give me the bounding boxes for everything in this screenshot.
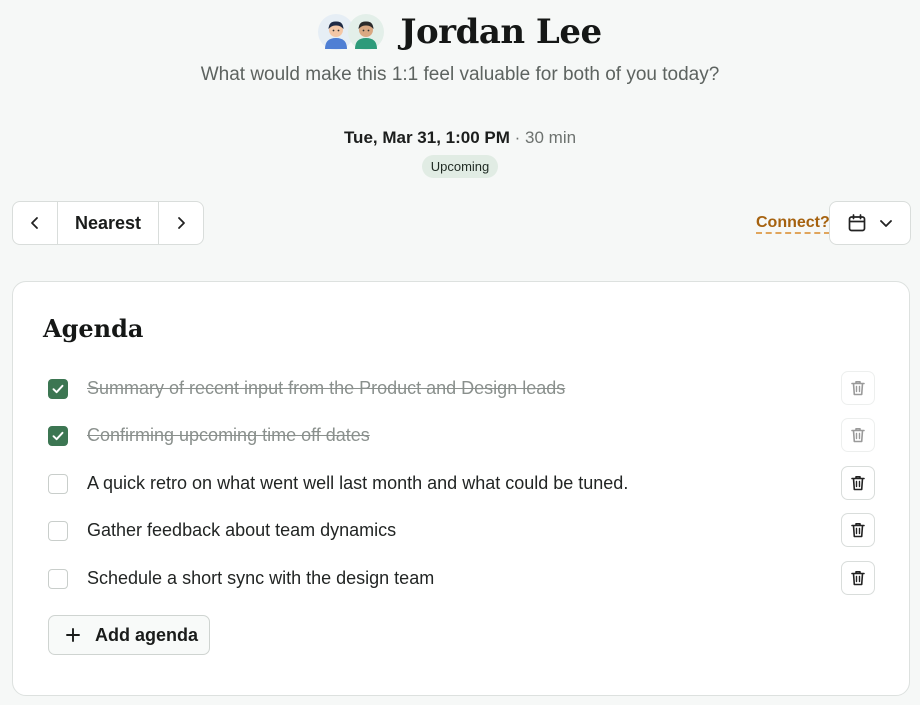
delete-button[interactable] [841, 418, 875, 452]
trash-icon [851, 571, 865, 586]
delete-button[interactable] [841, 466, 875, 500]
delete-button[interactable] [841, 371, 875, 405]
delete-button[interactable] [841, 561, 875, 595]
agenda-item: A quick retro on what went well last mon… [13, 464, 909, 504]
agenda-checkbox[interactable] [48, 521, 68, 541]
nearest-button[interactable]: Nearest [57, 202, 159, 244]
person-name: Jordan Lee [400, 12, 602, 52]
agenda-item-text: Confirming upcoming time off dates [87, 425, 370, 445]
title-row: Jordan Lee [0, 12, 920, 52]
agenda-checkbox[interactable] [48, 379, 68, 399]
agenda-item-text: Summary of recent input from the Product… [87, 378, 566, 398]
trash-icon [851, 476, 865, 491]
agenda-item: Schedule a short sync with the design te… [13, 559, 909, 599]
chevron-left-icon [31, 217, 38, 229]
status-badge-wrap: Upcoming [0, 155, 920, 178]
meeting-date: Tue, Mar 31, 1:00 PM [343, 128, 510, 147]
next-button[interactable] [159, 202, 203, 244]
agenda-item: Summary of recent input from the Product… [13, 369, 909, 409]
meeting-duration: · 30 min [514, 128, 577, 147]
avatar [348, 14, 385, 50]
page-subtitle: What would make this 1:1 feel valuable f… [200, 64, 720, 85]
participant-avatars [318, 14, 385, 50]
checkmark-icon [52, 384, 64, 394]
agenda-item-text: A quick retro on what went well last mon… [87, 473, 629, 493]
trash-icon [851, 523, 865, 538]
agenda-checkbox[interactable] [48, 426, 68, 446]
agenda-item: Confirming upcoming time off dates [13, 416, 909, 456]
agenda-item-text: Schedule a short sync with the design te… [87, 568, 435, 588]
calendar-icon [848, 214, 866, 232]
agenda-item-text: Gather feedback about team dynamics [87, 520, 397, 540]
meeting-navigator: Nearest [12, 201, 204, 245]
trash-icon [851, 381, 865, 396]
agenda-item: Gather feedback about team dynamics [13, 511, 909, 551]
agenda-checkbox[interactable] [48, 569, 68, 589]
checkmark-icon [52, 431, 64, 441]
previous-button[interactable] [13, 202, 57, 244]
connect-link[interactable]: Connect? [756, 214, 830, 234]
agenda-title: Agenda [43, 314, 144, 343]
chevron-down-icon [880, 220, 892, 227]
plus-icon [66, 628, 80, 642]
calendar-dropdown-button[interactable] [829, 201, 911, 245]
status-badge: Upcoming [421, 155, 499, 178]
add-agenda-button[interactable]: Add agenda [48, 615, 210, 655]
trash-icon [851, 428, 865, 443]
chevron-right-icon [178, 217, 185, 229]
agenda-checkbox[interactable] [48, 474, 68, 494]
add-agenda-label: Add agenda [95, 624, 199, 645]
meeting-time: Tue, Mar 31, 1:00 PM · 30 min [0, 128, 920, 148]
delete-button[interactable] [841, 513, 875, 547]
agenda-card: Agenda Summary of recent input from the … [12, 281, 910, 696]
